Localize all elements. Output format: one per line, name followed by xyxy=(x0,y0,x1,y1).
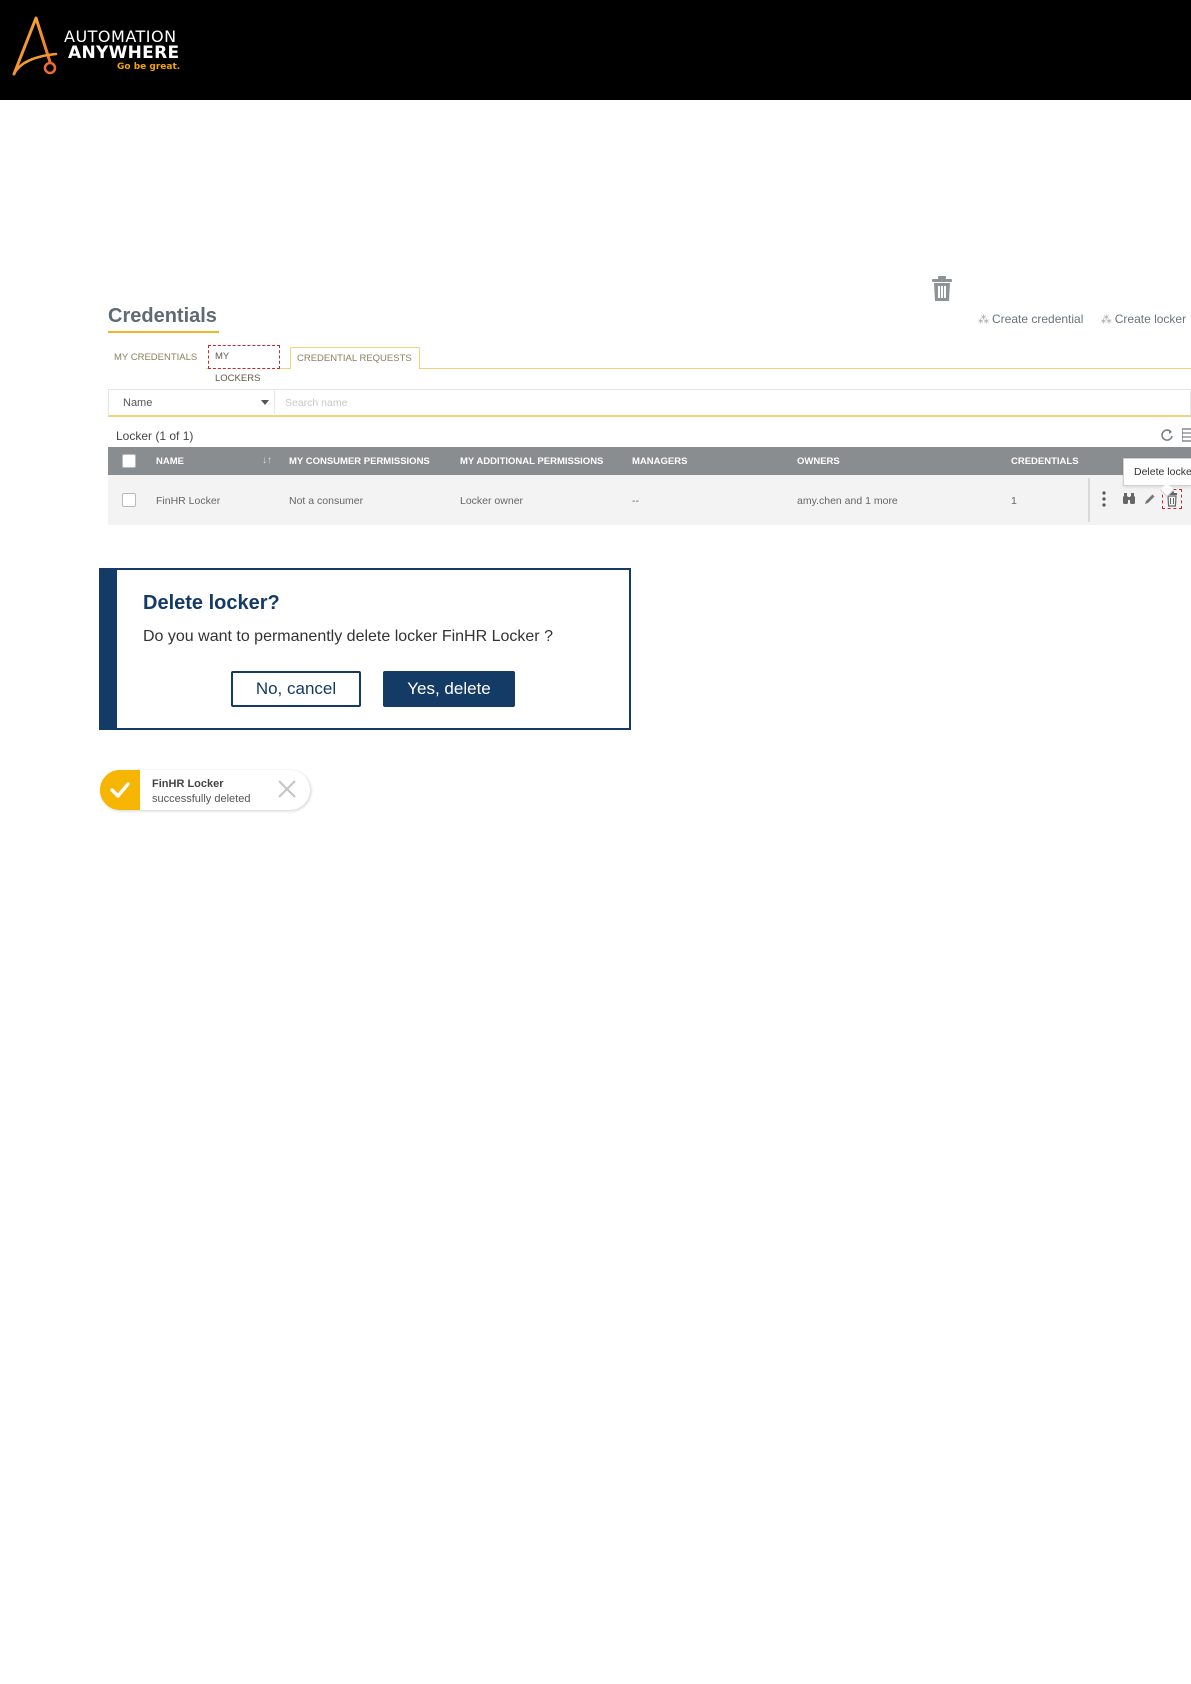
grid-toolbar xyxy=(1160,428,1191,442)
cancel-button[interactable]: No, cancel xyxy=(231,671,361,707)
success-toast: FinHR Locker successfully deleted xyxy=(100,770,310,810)
tab-my-credentials[interactable]: MY CREDENTIALS xyxy=(108,347,206,369)
binoculars-icon[interactable] xyxy=(1123,493,1135,505)
tab-credential-requests[interactable]: CREDENTIAL REQUESTS xyxy=(290,347,420,369)
lockers-table: NAME ↓↑ MY CONSUMER PERMISSIONS MY ADDIT… xyxy=(108,447,1191,525)
table-row[interactable]: FinHR Locker Not a consumer Locker owner… xyxy=(108,475,1191,525)
create-locker-link[interactable]: ⁂ Create locker xyxy=(1101,312,1186,326)
caret-down-icon xyxy=(261,400,269,405)
tab-bar: MY CREDENTIALS MY LOCKERS CREDENTIAL REQ… xyxy=(108,345,1191,384)
tab-my-lockers[interactable]: MY LOCKERS xyxy=(208,345,280,384)
close-icon[interactable] xyxy=(276,778,298,800)
cell-consumer: Not a consumer xyxy=(289,495,364,507)
logo-text-anywhere: ANYWHERE xyxy=(68,43,180,63)
cell-owners[interactable]: amy.chen and 1 more xyxy=(797,495,898,507)
confirm-delete-button[interactable]: Yes, delete xyxy=(383,671,515,707)
dialog-message: Do you want to permanently delete locker… xyxy=(143,628,553,645)
table-header: NAME ↓↑ MY CONSUMER PERMISSIONS MY ADDIT… xyxy=(108,447,1191,475)
toast-status xyxy=(100,770,140,810)
toast-message: successfully deleted xyxy=(152,793,251,805)
cell-additional: Locker owner xyxy=(460,495,524,507)
create-credential-link[interactable]: ⁂ Create credential xyxy=(978,312,1083,326)
dialog-title: Delete locker? xyxy=(143,592,280,614)
logo-tagline: Go be great. xyxy=(117,62,181,72)
row-checkbox[interactable] xyxy=(122,493,136,507)
page-title: Credentials xyxy=(108,305,217,327)
more-vertical-icon[interactable] xyxy=(1102,491,1106,507)
column-header-additional[interactable]: MY ADDITIONAL PERMISSIONS xyxy=(460,456,603,467)
column-header-managers[interactable]: MANAGERS xyxy=(632,456,687,467)
wand-icon: ⁂ xyxy=(1100,314,1112,326)
toast-title: FinHR Locker xyxy=(152,778,224,790)
search-input[interactable] xyxy=(285,395,1165,411)
create-credential-label: Create credential xyxy=(992,312,1084,326)
page: AUTOMATION ANYWHERE Go be great. Credent… xyxy=(0,0,1191,1684)
sort-icon[interactable]: ↓↑ xyxy=(262,455,272,466)
cell-name[interactable]: FinHR Locker xyxy=(156,495,220,507)
locker-count: Locker (1 of 1) xyxy=(116,429,194,443)
filter-field-value: Name xyxy=(123,397,153,409)
delete-locker-tooltip: Delete locker xyxy=(1123,458,1191,486)
delete-locker-dialog: Delete locker? Do you want to permanentl… xyxy=(99,568,631,730)
filter-field-select[interactable]: Name xyxy=(109,390,275,416)
column-header-credentials[interactable]: CREDENTIALS xyxy=(1011,456,1079,467)
columns-icon[interactable] xyxy=(1182,428,1191,442)
pencil-icon[interactable] xyxy=(1144,493,1156,505)
cell-managers: -- xyxy=(632,495,639,507)
create-locker-label: Create locker xyxy=(1114,312,1187,326)
select-all-checkbox[interactable] xyxy=(122,454,136,468)
column-header-owners[interactable]: OWNERS xyxy=(797,456,840,467)
logo-a-icon xyxy=(12,16,58,76)
automation-anywhere-logo: AUTOMATION ANYWHERE Go be great. xyxy=(10,14,190,78)
wand-icon: ⁂ xyxy=(978,314,989,326)
filter-bar: Name xyxy=(108,389,1191,417)
title-underline xyxy=(108,331,219,333)
column-header-name[interactable]: NAME xyxy=(156,456,184,467)
create-links: ⁂ Create credential ⁂ Create locker xyxy=(978,312,1191,326)
trash-icon xyxy=(932,276,952,301)
refresh-icon[interactable] xyxy=(1160,428,1174,442)
cell-credentials: 1 xyxy=(1011,495,1017,507)
checkmark-icon xyxy=(110,782,130,798)
column-header-consumer[interactable]: MY CONSUMER PERMISSIONS xyxy=(289,456,430,467)
brand-header: AUTOMATION ANYWHERE Go be great. xyxy=(0,0,1191,100)
